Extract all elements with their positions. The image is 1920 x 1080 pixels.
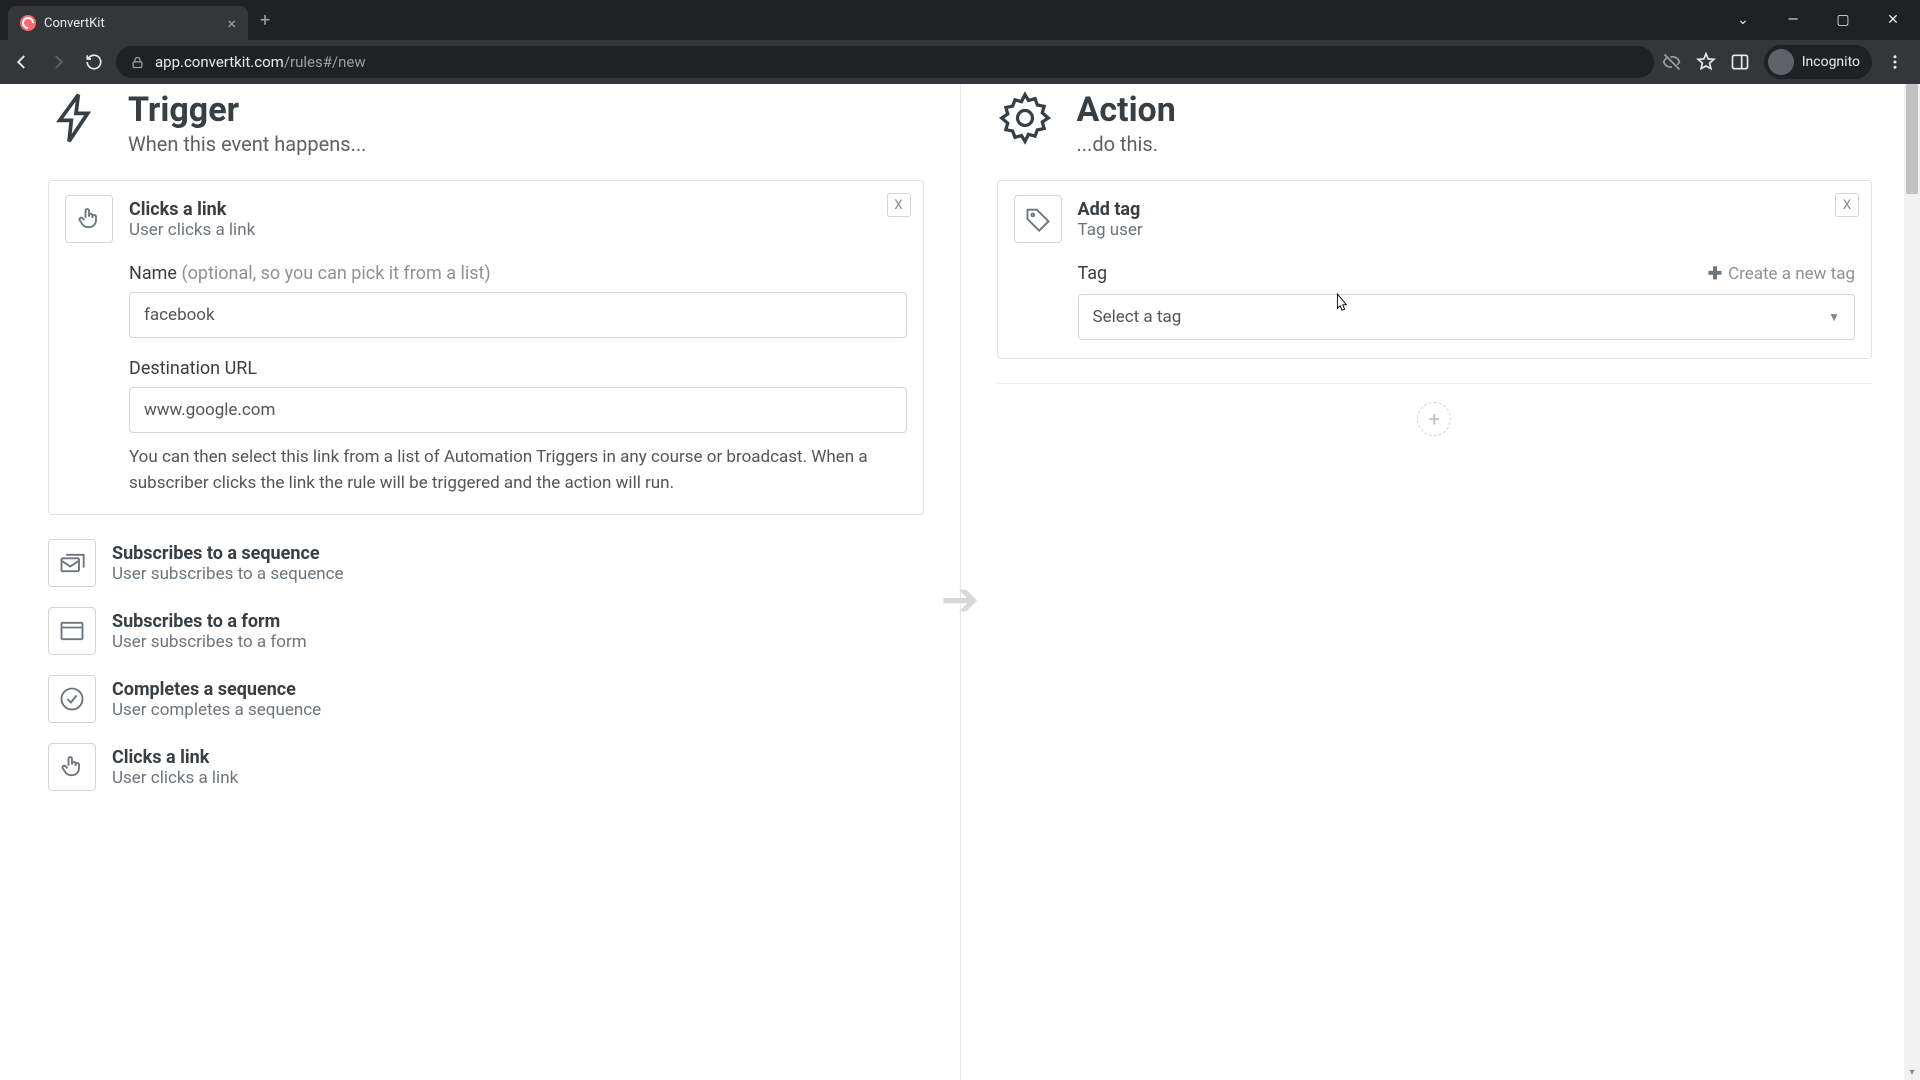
panel-icon[interactable] bbox=[1730, 52, 1750, 72]
scrollbar[interactable]: ▴ ▾ bbox=[1904, 84, 1920, 1080]
select-placeholder: Select a tag bbox=[1093, 307, 1182, 327]
window-icon bbox=[48, 607, 96, 655]
option-title: Clicks a link bbox=[112, 747, 238, 768]
trigger-option-form-subscribe[interactable]: Subscribes to a form User subscribes to … bbox=[48, 597, 924, 665]
trigger-card-title: Clicks a link bbox=[129, 199, 255, 220]
window-controls: ⌄ — ▢ ✕ bbox=[1720, 4, 1920, 36]
address-bar[interactable]: app.convertkit.com/rules#/new bbox=[116, 46, 1654, 78]
selected-action-card: Add tag Tag user X Tag ✚Create a new tag… bbox=[997, 180, 1873, 359]
trigger-option-clicks-link[interactable]: Clicks a link User clicks a link bbox=[48, 733, 924, 801]
page-content: Trigger When this event happens... Click… bbox=[0, 84, 1920, 1080]
option-subtitle: User subscribes to a form bbox=[112, 632, 307, 652]
plus-icon: ✚ bbox=[1708, 264, 1722, 284]
name-label: Name (optional, so you can pick it from … bbox=[129, 263, 907, 284]
back-button[interactable] bbox=[8, 48, 36, 76]
nav-bar: app.convertkit.com/rules#/new Incognito bbox=[0, 40, 1920, 84]
trigger-card-subtitle: User clicks a link bbox=[129, 220, 255, 240]
lock-icon bbox=[130, 55, 145, 70]
action-header: Action ...do this. bbox=[997, 90, 1873, 156]
menu-icon[interactable] bbox=[1886, 53, 1904, 71]
incognito-badge[interactable]: Incognito bbox=[1764, 45, 1872, 79]
remove-action-button[interactable]: X bbox=[1835, 193, 1859, 217]
pointer-icon bbox=[48, 743, 96, 791]
close-window-button[interactable]: ✕ bbox=[1870, 4, 1916, 36]
browser-chrome: ConvertKit × + ⌄ — ▢ ✕ app.convertkit.co… bbox=[0, 0, 1920, 84]
eye-off-icon[interactable] bbox=[1662, 52, 1682, 72]
scroll-thumb[interactable] bbox=[1906, 84, 1918, 194]
forward-button[interactable] bbox=[44, 48, 72, 76]
minimize-button[interactable]: — bbox=[1770, 4, 1816, 36]
action-column: Action ...do this. Add tag Tag user X Ta… bbox=[961, 84, 1920, 1080]
trigger-header: Trigger When this event happens... bbox=[48, 90, 924, 156]
trigger-card-header: Clicks a link User clicks a link X bbox=[49, 181, 923, 257]
action-card-subtitle: Tag user bbox=[1078, 220, 1143, 240]
tab-bar: ConvertKit × + ⌄ — ▢ ✕ bbox=[0, 0, 1920, 40]
tab-title: ConvertKit bbox=[44, 16, 219, 31]
trigger-help-text: You can then select this link from a lis… bbox=[129, 445, 907, 496]
separator bbox=[997, 383, 1873, 384]
trigger-option-sequence-subscribe[interactable]: Subscribes to a sequence User subscribes… bbox=[48, 529, 924, 597]
lightning-icon bbox=[48, 90, 104, 146]
trigger-option-sequence-complete[interactable]: Completes a sequence User completes a se… bbox=[48, 665, 924, 733]
trigger-column: Trigger When this event happens... Click… bbox=[0, 84, 961, 1080]
scroll-down-icon[interactable]: ▾ bbox=[1904, 1064, 1920, 1080]
pointer-icon bbox=[65, 195, 113, 243]
new-tab-button[interactable]: + bbox=[260, 10, 270, 31]
trigger-heading: Trigger bbox=[128, 90, 366, 130]
check-circle-icon bbox=[48, 675, 96, 723]
url-label: Destination URL bbox=[129, 358, 907, 379]
tag-label: Tag bbox=[1078, 263, 1108, 284]
star-icon[interactable] bbox=[1696, 52, 1716, 72]
add-action-button[interactable]: + bbox=[1417, 402, 1451, 436]
url-input[interactable] bbox=[129, 387, 907, 433]
tag-select[interactable]: Select a tag ▼ bbox=[1078, 294, 1856, 340]
browser-tab[interactable]: ConvertKit × bbox=[8, 6, 248, 40]
incognito-label: Incognito bbox=[1802, 54, 1860, 70]
tag-icon bbox=[1014, 195, 1062, 243]
reload-button[interactable] bbox=[80, 48, 108, 76]
envelope-stack-icon bbox=[48, 539, 96, 587]
create-tag-link[interactable]: ✚Create a new tag bbox=[1708, 264, 1855, 284]
remove-trigger-button[interactable]: X bbox=[887, 193, 911, 217]
nav-right: Incognito bbox=[1662, 45, 1912, 79]
option-title: Subscribes to a form bbox=[112, 611, 307, 632]
option-subtitle: User subscribes to a sequence bbox=[112, 564, 344, 584]
selected-trigger-card: Clicks a link User clicks a link X Name … bbox=[48, 180, 924, 515]
trigger-subheading: When this event happens... bbox=[128, 132, 366, 156]
action-subheading: ...do this. bbox=[1077, 132, 1176, 156]
close-tab-icon[interactable]: × bbox=[227, 14, 236, 33]
favicon-icon bbox=[20, 15, 36, 31]
name-input[interactable] bbox=[129, 292, 907, 338]
gear-icon bbox=[997, 90, 1053, 146]
incognito-icon bbox=[1768, 49, 1794, 75]
option-subtitle: User clicks a link bbox=[112, 768, 238, 788]
option-subtitle: User completes a sequence bbox=[112, 700, 321, 720]
tabs-dropdown-icon[interactable]: ⌄ bbox=[1720, 4, 1766, 36]
action-card-header: Add tag Tag user X bbox=[998, 181, 1872, 257]
url-text: app.convertkit.com/rules#/new bbox=[155, 53, 366, 71]
option-title: Completes a sequence bbox=[112, 679, 321, 700]
action-heading: Action bbox=[1077, 90, 1176, 130]
option-title: Subscribes to a sequence bbox=[112, 543, 344, 564]
maximize-button[interactable]: ▢ bbox=[1820, 4, 1866, 36]
action-card-title: Add tag bbox=[1078, 199, 1143, 220]
chevron-down-icon: ▼ bbox=[1828, 310, 1840, 324]
